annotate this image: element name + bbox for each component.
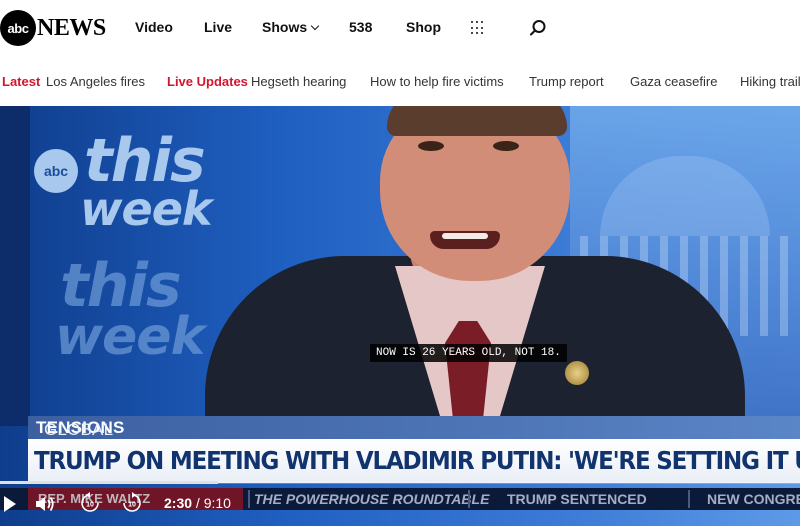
ticker-item-new-congress: NEW CONGRE [707,491,800,507]
category-global: GLOBAL [44,420,114,439]
player-controls: 10 10 2:30 / 9:10 [0,486,260,526]
trend-item-la-fires[interactable]: Los Angeles fires [46,74,145,89]
rewind-seconds: 10 [86,502,94,509]
this-week-logo-week: week [80,182,212,236]
guest-speaker [205,106,745,436]
video-player[interactable]: abc this week this week NOW IS 26 YEARS … [0,106,800,526]
news-wordmark: NEWS [37,14,106,41]
nav-live[interactable]: Live [204,19,232,35]
forward-seconds: 10 [128,502,136,509]
duration: / 9:10 [195,495,231,511]
progress-fill [0,481,219,484]
site-header: abc NEWS Video Live Shows 538 Shop [0,0,800,58]
trending-bar: Latest Los Angeles fires Live Updates He… [0,58,800,106]
closed-caption: NOW IS 26 YEARS OLD, NOT 18. [370,344,567,362]
volume-icon[interactable] [34,494,56,514]
rewind-10-icon[interactable]: 10 [79,492,101,514]
abc-logo-circle: abc [0,10,36,46]
ticker-item-trump-sentenced: TRUMP SENTENCED [507,491,647,507]
nav-538[interactable]: 538 [349,19,372,35]
lower-third-category: GLOBAL TENSIONS [28,416,800,439]
abc-show-logo: abc [34,149,78,193]
trend-item-hiking-trail[interactable]: Hiking trail [740,74,800,89]
current-time: 2:30 [164,495,193,511]
headline-text: TRUMP ON MEETING WITH VLADIMIR PUTIN: 'W… [34,446,800,475]
trend-item-gaza-ceasefire[interactable]: Gaza ceasefire [630,74,717,89]
chevron-down-icon [310,21,320,31]
search-icon[interactable] [529,19,547,37]
progress-bar[interactable] [0,481,800,484]
nav-shop[interactable]: Shop [406,19,441,35]
forward-10-icon[interactable]: 10 [121,492,143,514]
nav-shows[interactable]: Shows [262,19,320,35]
nav-video[interactable]: Video [135,19,173,35]
play-icon[interactable] [4,496,16,512]
trend-item-hegseth[interactable]: Hegseth hearing [251,74,346,89]
trend-item-trump-report[interactable]: Trump report [529,74,604,89]
nav-shows-label: Shows [262,19,308,35]
lapel-pin [565,361,589,385]
trend-item-help-fire-victims[interactable]: How to help fire victims [370,74,504,89]
time-display: 2:30 / 9:10 [164,495,231,511]
this-week-backdrop-week: week [55,307,205,367]
set-panel [0,106,30,426]
lower-third-headline: TRUMP ON MEETING WITH VLADIMIR PUTIN: 'W… [28,439,800,483]
abc-news-logo[interactable]: abc NEWS [0,10,106,46]
live-updates-label: Live Updates [167,74,248,89]
ticker-item-roundtable: THE POWERHOUSE ROUNDTABLE [254,491,490,507]
grid-icon[interactable] [471,21,485,35]
latest-label: Latest [2,74,41,89]
